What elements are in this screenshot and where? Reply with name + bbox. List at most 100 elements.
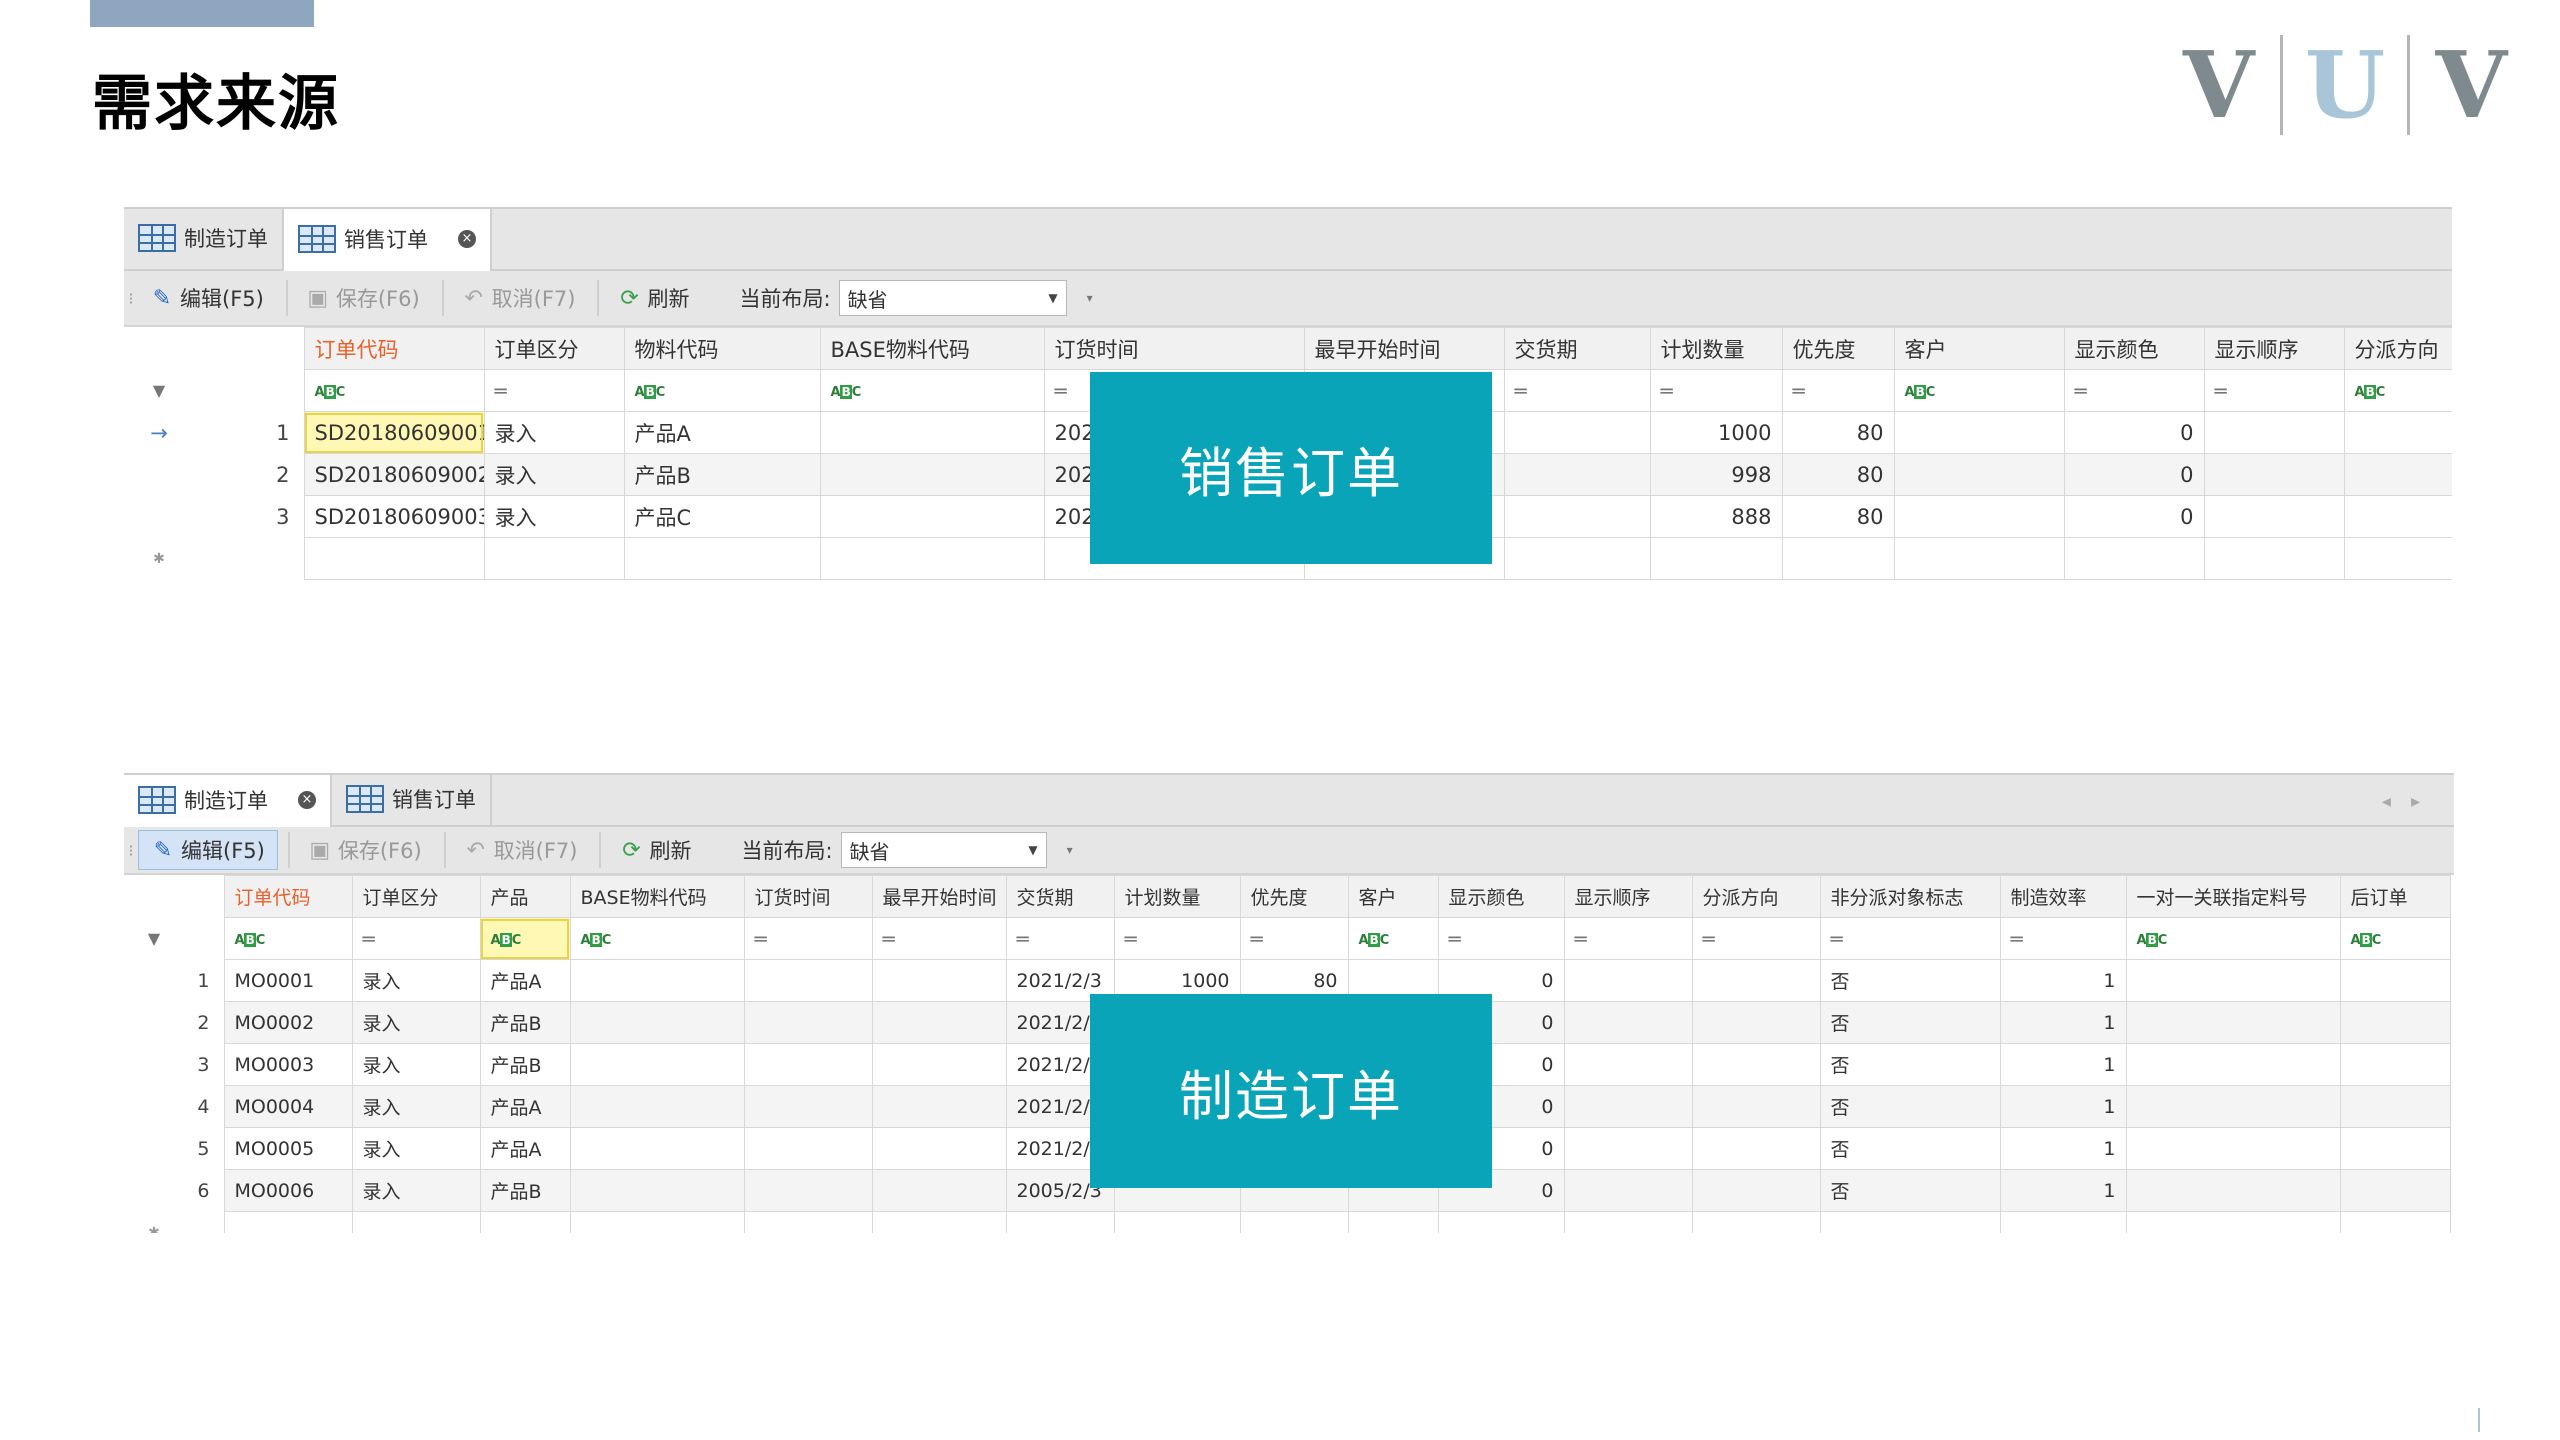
- new-row-cell[interactable]: [223, 1211, 353, 1233]
- cell-earliest[interactable]: [871, 1127, 1007, 1170]
- new-row-cell[interactable]: [2203, 537, 2345, 580]
- cell-base[interactable]: [569, 1169, 745, 1212]
- column-header[interactable]: 交货期: [1503, 327, 1651, 370]
- cell-item[interactable]: 产品A: [479, 1127, 571, 1170]
- column-header[interactable]: 订单代码: [223, 875, 353, 918]
- new-row-cell[interactable]: [2339, 1211, 2451, 1233]
- equals-filter-cell[interactable]: ═: [1819, 917, 2001, 960]
- cell-code[interactable]: SD20180609001: [303, 411, 485, 454]
- cell-base[interactable]: [569, 1043, 745, 1086]
- column-header[interactable]: 显示颜色: [1437, 875, 1565, 918]
- cell-order[interactable]: [1563, 1169, 1693, 1212]
- column-header[interactable]: 制造效率: [1999, 875, 2127, 918]
- cell-due[interactable]: [1503, 495, 1651, 538]
- new-row-cell[interactable]: [2125, 1211, 2341, 1233]
- column-header[interactable]: 客户: [1347, 875, 1439, 918]
- new-row-cell[interactable]: [1819, 1211, 2001, 1233]
- column-header[interactable]: 客户: [1893, 327, 2065, 370]
- column-header[interactable]: 最早开始时间: [871, 875, 1007, 918]
- text-filter-cell[interactable]: ABC: [223, 917, 353, 960]
- cell-order[interactable]: [1563, 1043, 1693, 1086]
- cell-priority[interactable]: 80: [1781, 453, 1895, 496]
- equals-filter-cell[interactable]: ═: [1691, 917, 1821, 960]
- cell-eff[interactable]: 1: [1999, 1001, 2127, 1044]
- equals-filter-cell[interactable]: ═: [1437, 917, 1565, 960]
- cell-customer[interactable]: [1893, 495, 2065, 538]
- cell-code[interactable]: MO0001: [223, 959, 353, 1002]
- column-header[interactable]: 分派方向: [2343, 327, 2452, 370]
- cell-order_time[interactable]: [743, 1043, 873, 1086]
- text-filter-cell[interactable]: ABC: [1893, 369, 2065, 412]
- cell-base[interactable]: [819, 495, 1045, 538]
- cell-base[interactable]: [819, 411, 1045, 454]
- new-row-cell[interactable]: [1239, 1211, 1349, 1233]
- new-row-cell[interactable]: [479, 1211, 571, 1233]
- cell-qty[interactable]: 888: [1649, 495, 1783, 538]
- equals-filter-cell[interactable]: ═: [1239, 917, 1349, 960]
- toolbar-overflow-icon[interactable]: ▾: [1087, 291, 1093, 305]
- new-row-cell[interactable]: [2063, 537, 2205, 580]
- cell-code[interactable]: MO0002: [223, 1001, 353, 1044]
- cell-link[interactable]: [2125, 1001, 2341, 1044]
- tab-scroll-arrows-icon[interactable]: ◂▸: [2382, 791, 2440, 812]
- new-row-cell[interactable]: [1347, 1211, 1439, 1233]
- cell-color[interactable]: 0: [2063, 411, 2205, 454]
- cell-type[interactable]: 录入: [483, 453, 625, 496]
- cell-base[interactable]: [819, 453, 1045, 496]
- equals-filter-cell[interactable]: ═: [1781, 369, 1895, 412]
- new-row-cell[interactable]: [819, 537, 1045, 580]
- tab-manufacturing-order[interactable]: 制造订单 ×: [124, 775, 332, 827]
- cell-flag[interactable]: 否: [1819, 1043, 2001, 1086]
- cell-order_time[interactable]: [743, 1085, 873, 1128]
- refresh-button[interactable]: ⟳ 刷新: [605, 278, 701, 318]
- equals-filter-cell[interactable]: ═: [483, 369, 625, 412]
- cell-dir[interactable]: [2343, 453, 2452, 496]
- text-filter-cell[interactable]: ABC: [2125, 917, 2341, 960]
- cell-order[interactable]: [2203, 411, 2345, 454]
- equals-filter-cell[interactable]: ═: [1649, 369, 1783, 412]
- cell-order_time[interactable]: [743, 959, 873, 1002]
- cell-dir[interactable]: [2343, 411, 2452, 454]
- equals-filter-cell[interactable]: ═: [871, 917, 1007, 960]
- new-row-cell[interactable]: [483, 537, 625, 580]
- cell-due[interactable]: [1503, 411, 1651, 454]
- column-header[interactable]: 订单区分: [483, 327, 625, 370]
- column-header[interactable]: 分派方向: [1691, 875, 1821, 918]
- toolbar-grip-icon[interactable]: ⁝: [124, 289, 138, 308]
- refresh-button[interactable]: ⟳ 刷新: [607, 830, 703, 870]
- cell-item[interactable]: 产品B: [623, 453, 821, 496]
- layout-select[interactable]: 缺省 ▼: [838, 280, 1067, 316]
- cell-after[interactable]: [2339, 1043, 2451, 1086]
- cell-code[interactable]: MO0004: [223, 1085, 353, 1128]
- column-header[interactable]: 订单区分: [351, 875, 481, 918]
- cell-type[interactable]: 录入: [351, 1169, 481, 1212]
- column-header[interactable]: 显示颜色: [2063, 327, 2205, 370]
- column-header[interactable]: 显示顺序: [2203, 327, 2345, 370]
- new-row-cell[interactable]: [1437, 1211, 1565, 1233]
- text-filter-cell[interactable]: ABC: [479, 917, 571, 960]
- column-header[interactable]: 订单代码: [303, 327, 485, 370]
- cell-order[interactable]: [2203, 495, 2345, 538]
- new-row-cell[interactable]: [1781, 537, 1895, 580]
- equals-filter-cell[interactable]: ═: [2203, 369, 2345, 412]
- toolbar-overflow-icon[interactable]: ▾: [1067, 843, 1073, 857]
- cell-customer[interactable]: [1893, 411, 2065, 454]
- equals-filter-cell[interactable]: ═: [1563, 917, 1693, 960]
- cell-link[interactable]: [2125, 1043, 2341, 1086]
- cell-code[interactable]: MO0005: [223, 1127, 353, 1170]
- cell-type[interactable]: 录入: [483, 411, 625, 454]
- cell-item[interactable]: 产品B: [479, 1001, 571, 1044]
- cell-eff[interactable]: 1: [1999, 1127, 2127, 1170]
- new-row-cell[interactable]: [1005, 1211, 1115, 1233]
- column-header[interactable]: BASE物料代码: [569, 875, 745, 918]
- cell-flag[interactable]: 否: [1819, 1169, 2001, 1212]
- new-row-cell[interactable]: [1893, 537, 2065, 580]
- column-header[interactable]: 优先度: [1781, 327, 1895, 370]
- cell-dir[interactable]: [1691, 1043, 1821, 1086]
- cell-type[interactable]: 录入: [351, 1001, 481, 1044]
- cell-eff[interactable]: 1: [1999, 1043, 2127, 1086]
- cancel-button[interactable]: ↶ 取消(F7): [450, 278, 588, 318]
- cell-link[interactable]: [2125, 1127, 2341, 1170]
- cell-flag[interactable]: 否: [1819, 1127, 2001, 1170]
- cell-flag[interactable]: 否: [1819, 1001, 2001, 1044]
